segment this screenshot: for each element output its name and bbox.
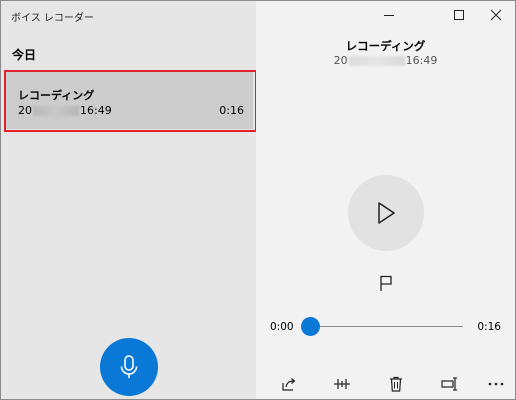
- close-button[interactable]: [479, 1, 513, 29]
- recording-time: 16:49: [80, 104, 112, 117]
- total-time: 0:16: [477, 321, 501, 333]
- record-button[interactable]: [100, 338, 158, 396]
- detail-recording-date: 20 16:49: [256, 54, 515, 67]
- detail-recording-title: レコーディング: [345, 39, 426, 53]
- section-header-today: 今日: [12, 48, 37, 62]
- delete-button[interactable]: [384, 373, 408, 395]
- recording-date-prefix: 20: [18, 104, 32, 117]
- recordings-pane: ボイス レコーダー 今日 レコーディング 20 16:49 0:16: [1, 1, 257, 399]
- minimize-icon: [384, 15, 394, 16]
- detail-time: 16:49: [405, 54, 438, 67]
- trim-icon: [334, 379, 350, 389]
- app-title: ボイス レコーダー: [11, 13, 94, 24]
- recording-date: 20 16:49: [18, 104, 112, 117]
- playback-pane: レコーディング 20 16:49 0:00 0:16: [256, 1, 515, 399]
- detail-date-prefix: 20: [333, 54, 348, 67]
- redacted-date: [348, 56, 405, 66]
- recording-name: レコーディング: [18, 89, 95, 102]
- seek-track[interactable]: [311, 326, 463, 327]
- share-button[interactable]: [277, 373, 301, 395]
- add-marker-button[interactable]: [374, 271, 398, 295]
- more-icon: [488, 382, 504, 386]
- recording-duration: 0:16: [219, 104, 244, 117]
- maximize-icon: [454, 10, 464, 20]
- maximize-button[interactable]: [442, 1, 476, 29]
- microphone-icon: [120, 355, 138, 378]
- more-options-button[interactable]: [484, 373, 508, 395]
- rename-icon: [441, 377, 457, 391]
- rename-button[interactable]: [438, 373, 462, 395]
- play-button[interactable]: [348, 175, 424, 251]
- redacted-date: [33, 106, 79, 116]
- voice-recorder-window: ボイス レコーダー 今日 レコーディング 20 16:49 0:16 レコーディ…: [0, 0, 516, 400]
- seek-thumb[interactable]: [301, 317, 320, 336]
- trim-button[interactable]: [330, 373, 354, 395]
- minimize-button[interactable]: [372, 1, 406, 29]
- delete-icon: [390, 376, 402, 392]
- play-icon: [378, 202, 395, 224]
- flag-icon: [380, 275, 392, 291]
- share-icon: [282, 378, 296, 391]
- current-time: 0:00: [270, 321, 294, 333]
- close-icon: [490, 9, 502, 21]
- recording-list-item[interactable]: レコーディング 20 16:49 0:16: [4, 70, 257, 132]
